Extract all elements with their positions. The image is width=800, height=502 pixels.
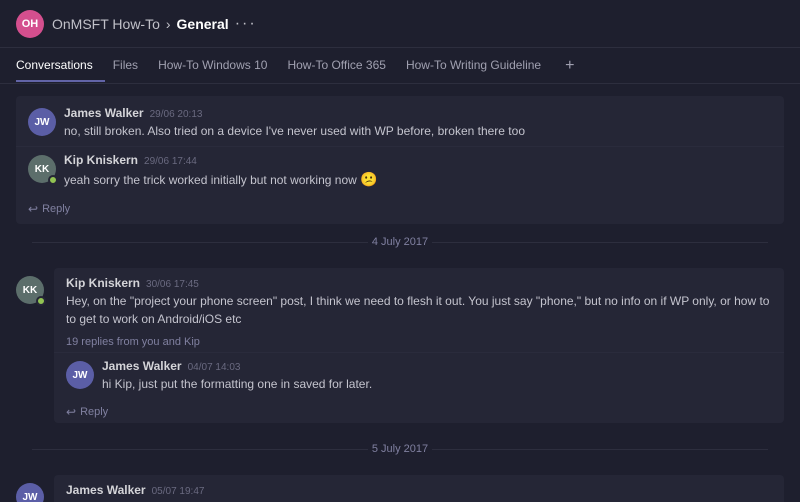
message-header-2: Kip Kniskern 29/06 17:44 xyxy=(64,153,772,167)
message-author-1: James Walker xyxy=(64,106,144,120)
online-badge-kk1 xyxy=(48,175,58,185)
conv-main-3: James Walker 05/07 19:47 Hey Kip, I just… xyxy=(54,475,784,502)
reply-button-1[interactable]: ↩ Reply xyxy=(16,198,784,220)
message-text-2: yeah sorry the trick worked initially bu… xyxy=(64,169,772,190)
avatar-jw-1: JW xyxy=(28,108,56,136)
message-header-jw-sub: James Walker 04/07 14:03 xyxy=(102,359,772,373)
avatar-kk-1: KK xyxy=(28,155,56,183)
message-author-kk30: Kip Kniskern xyxy=(66,276,140,290)
conv-avatar-col-3: JW xyxy=(16,481,44,502)
message-body-1: James Walker 29/06 20:13 no, still broke… xyxy=(64,106,772,140)
message-text-kk30: Hey, on the "project your phone screen" … xyxy=(66,292,772,328)
message-header-kk30: Kip Kniskern 30/06 17:45 xyxy=(66,276,772,290)
avatar-jw-3: JW xyxy=(16,483,44,502)
tab-howto-office[interactable]: How-To Office 365 xyxy=(287,50,398,82)
message-kk-jun29: KK Kip Kniskern 29/06 17:44 yeah sorry t… xyxy=(16,146,784,196)
conv-avatar-col-2: KK xyxy=(16,274,44,304)
submessage-jw-jul4: JW James Walker 04/07 14:03 hi Kip, just… xyxy=(54,352,784,399)
replies-count-2[interactable]: 19 replies from you and Kip xyxy=(54,332,784,352)
message-text-1: no, still broken. Also tried on a device… xyxy=(64,122,772,140)
conv-item-2: KK Kip Kniskern 30/06 17:45 Hey, on the … xyxy=(0,260,800,431)
channel-name: General xyxy=(177,16,229,32)
conv-main-2: Kip Kniskern 30/06 17:45 Hey, on the "pr… xyxy=(54,268,784,423)
message-body-kk30: Kip Kniskern 30/06 17:45 Hey, on the "pr… xyxy=(66,276,772,328)
header: OH OnMSFT How-To › General ··· xyxy=(0,0,800,48)
tab-howto-windows[interactable]: How-To Windows 10 xyxy=(158,50,279,82)
message-author-jw5: James Walker xyxy=(66,483,146,497)
date-divider-july5: 5 July 2017 xyxy=(0,443,800,455)
message-body-jw5: James Walker 05/07 19:47 Hey Kip, I just… xyxy=(66,483,772,502)
message-time-jw-sub: 04/07 14:03 xyxy=(188,362,241,373)
conv-item-3: JW James Walker 05/07 19:47 Hey Kip, I j… xyxy=(0,467,800,502)
message-time-2: 29/06 17:44 xyxy=(144,156,197,167)
message-text-jw-sub: hi Kip, just put the formatting one in s… xyxy=(102,375,772,393)
date-divider-july4: 4 July 2017 xyxy=(0,236,800,248)
message-time-kk30: 30/06 17:45 xyxy=(146,279,199,290)
add-tab-button[interactable]: + xyxy=(565,57,574,75)
message-header-1: James Walker 29/06 20:13 xyxy=(64,106,772,120)
more-options-dots[interactable]: ··· xyxy=(235,15,257,33)
reply-icon-1: ↩ xyxy=(28,202,38,216)
message-time-jw5: 05/07 19:47 xyxy=(152,486,205,497)
tab-writing-guideline[interactable]: How-To Writing Guideline xyxy=(406,50,553,82)
reply-button-2[interactable]: ↩ Reply xyxy=(54,401,784,423)
reply-icon-2: ↩ xyxy=(66,405,76,419)
message-header-jw5: James Walker 05/07 19:47 xyxy=(66,483,772,497)
tab-conversations[interactable]: Conversations xyxy=(16,50,105,82)
tab-bar: Conversations Files How-To Windows 10 Ho… xyxy=(0,48,800,84)
avatar-jw-sub: JW xyxy=(66,361,94,389)
online-badge-kk2 xyxy=(36,296,46,306)
message-kk-jun30: Kip Kniskern 30/06 17:45 Hey, on the "pr… xyxy=(54,268,784,332)
breadcrumb-arrow: › xyxy=(166,16,171,32)
message-jw-jun29: JW James Walker 29/06 20:13 no, still br… xyxy=(16,100,784,146)
team-avatar: OH xyxy=(16,10,44,38)
team-name: OnMSFT How-To xyxy=(52,16,160,32)
avatar-kk-2: KK xyxy=(16,276,44,304)
emoji-icon: 😕 xyxy=(360,171,377,187)
message-author-jw-sub: James Walker xyxy=(102,359,182,373)
message-jw-jul5: James Walker 05/07 19:47 Hey Kip, I just… xyxy=(54,475,784,502)
conversation-content: JW James Walker 29/06 20:13 no, still br… xyxy=(0,84,800,502)
thread-block-1: JW James Walker 29/06 20:13 no, still br… xyxy=(16,96,784,224)
tab-files[interactable]: Files xyxy=(113,50,150,82)
message-time-1: 29/06 20:13 xyxy=(150,109,203,120)
message-body-jw-sub: James Walker 04/07 14:03 hi Kip, just pu… xyxy=(102,359,772,393)
message-author-2: Kip Kniskern xyxy=(64,153,138,167)
message-body-2: Kip Kniskern 29/06 17:44 yeah sorry the … xyxy=(64,153,772,190)
